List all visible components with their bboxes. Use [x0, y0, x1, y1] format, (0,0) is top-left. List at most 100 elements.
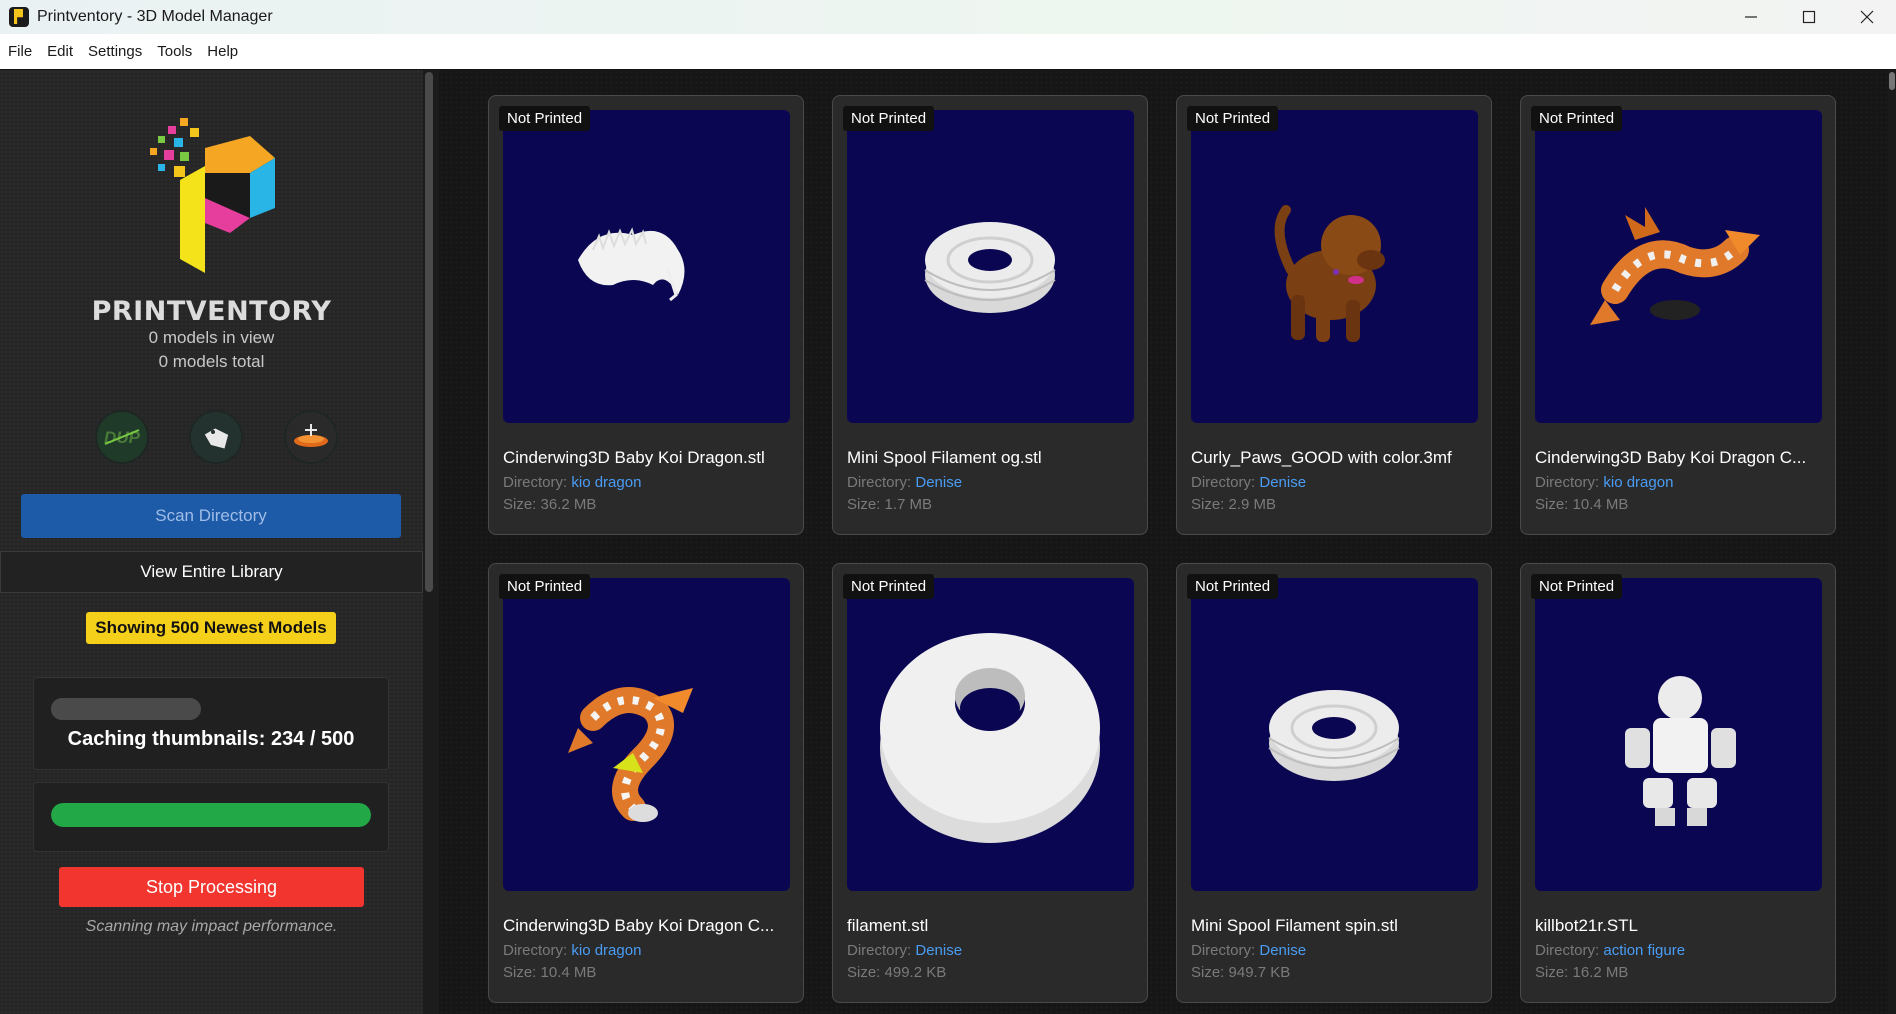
duplicates-button[interactable]: DUP	[95, 410, 149, 464]
model-size: Size: 10.4 MB	[503, 964, 597, 981]
model-title: filament.stl	[847, 916, 929, 935]
maximize-button[interactable]	[1780, 0, 1838, 34]
directory-label: Directory:	[503, 474, 568, 491]
model-thumbnail[interactable]	[1191, 110, 1478, 423]
model-directory: Directory: Denise	[847, 474, 962, 491]
model-thumbnail[interactable]	[503, 110, 790, 423]
model-preview-image	[1274, 205, 1385, 342]
directory-link[interactable]: Denise	[915, 942, 962, 959]
model-size: Size: 1.7 MB	[847, 496, 933, 513]
directory-link[interactable]: Denise	[1259, 474, 1306, 491]
print-status-badge: Not Printed	[843, 574, 935, 599]
model-size: Size: 499.2 KB	[847, 964, 947, 981]
directory-label: Directory:	[847, 474, 912, 491]
model-card[interactable]: Not Printed killbot21r.STL Directory: acti…	[1520, 563, 1836, 1003]
stop-processing-button[interactable]: Stop Processing	[59, 867, 364, 907]
model-thumbnail[interactable]	[1535, 110, 1822, 423]
app-logo-icon	[9, 7, 29, 27]
print-status-badge: Not Printed	[1187, 574, 1279, 599]
menu-help[interactable]: Help	[207, 43, 238, 60]
overall-progress-panel	[33, 782, 389, 852]
model-thumbnail[interactable]	[503, 578, 790, 891]
model-title: killbot21r.STL	[1535, 916, 1638, 935]
print-status-badge: Not Printed	[1531, 106, 1623, 131]
model-preview-image	[568, 687, 693, 822]
printventory-logo	[150, 118, 275, 273]
directory-link[interactable]: Denise	[915, 474, 962, 491]
directory-link[interactable]: kio dragon	[1603, 474, 1673, 491]
model-title: Mini Spool Filament spin.stl	[1191, 916, 1398, 935]
model-directory: Directory: action figure	[1535, 942, 1685, 959]
model-title: Cinderwing3D Baby Koi Dragon C...	[1535, 448, 1807, 467]
print-status-badge: Not Printed	[843, 106, 935, 131]
model-card[interactable]: Not Printed Cinderwing3D Baby Koi Dragon.…	[488, 95, 804, 535]
model-card[interactable]: Not Printed filament.stl Directory: Denise…	[832, 563, 1148, 1003]
caching-progress-bar	[51, 698, 201, 720]
directory-link[interactable]: kio dragon	[571, 474, 641, 491]
window-title: Printventory - 3D Model Manager	[37, 8, 273, 25]
directory-label: Directory:	[1535, 474, 1600, 491]
printer-bed-icon	[286, 412, 336, 462]
model-preview-image	[578, 227, 685, 302]
model-thumbnail[interactable]	[847, 110, 1134, 423]
model-title: Cinderwing3D Baby Koi Dragon.stl	[503, 448, 765, 467]
model-card[interactable]: Not Printed Cinderwing3D Baby Koi Dragon …	[1520, 95, 1836, 535]
model-title: Curly_Paws_GOOD with color.3mf	[1191, 448, 1452, 467]
model-thumbnail[interactable]	[847, 578, 1134, 891]
menu-tools[interactable]: Tools	[157, 43, 192, 60]
duplicates-icon: DUP	[97, 412, 147, 462]
directory-link[interactable]: kio dragon	[571, 942, 641, 959]
print-status-badge: Not Printed	[499, 574, 591, 599]
directory-label: Directory:	[1535, 942, 1600, 959]
model-grid: Not Printed Cinderwing3D Baby Koi Dragon.…	[439, 70, 1888, 1014]
maximize-icon	[1802, 10, 1816, 24]
view-entire-library-button[interactable]: View Entire Library	[0, 551, 423, 593]
directory-link[interactable]: Denise	[1259, 942, 1306, 959]
model-directory: Directory: kio dragon	[503, 942, 641, 959]
models-in-view: 0 models in view	[148, 328, 275, 347]
model-card[interactable]: Not Printed Mini Spool Filament spin.stl D…	[1176, 563, 1492, 1003]
scan-directory-button[interactable]: Scan Directory	[21, 494, 401, 538]
model-size: Size: 36.2 MB	[503, 496, 597, 513]
brand-title: PRINTVENTORY	[91, 296, 332, 327]
model-thumbnail[interactable]	[1535, 578, 1822, 891]
tag-button[interactable]	[189, 410, 243, 464]
model-card[interactable]: Not Printed Cinderwing3D Baby Koi Dragon …	[488, 563, 804, 1003]
main-scrollbar[interactable]	[1889, 72, 1895, 90]
model-card[interactable]: Not Printed Curly_Paws_GOOD with color.3m…	[1176, 95, 1492, 535]
model-directory: Directory: kio dragon	[1535, 474, 1673, 491]
model-size: Size: 16.2 MB	[1535, 964, 1629, 981]
model-preview-image	[1590, 207, 1760, 325]
print-status-badge: Not Printed	[1187, 106, 1279, 131]
model-preview-image	[1268, 690, 1400, 781]
close-icon	[1860, 10, 1874, 24]
close-button[interactable]	[1838, 0, 1896, 34]
menu-settings[interactable]: Settings	[88, 43, 142, 60]
menu-edit[interactable]: Edit	[47, 43, 73, 60]
model-size: Size: 2.9 MB	[1191, 496, 1277, 513]
sidebar-scrollbar[interactable]	[425, 72, 433, 592]
model-card[interactable]: Not Printed Mini Spool Filament og.stl Dir…	[832, 95, 1148, 535]
caching-panel: Caching thumbnails: 234 / 500	[33, 677, 389, 770]
overall-progress-bar	[51, 803, 371, 827]
model-preview-image	[1625, 676, 1736, 826]
model-preview-image	[880, 633, 1100, 843]
menu-bar: File Edit Settings Tools Help	[0, 34, 1896, 69]
model-thumbnail[interactable]	[1191, 578, 1478, 891]
printer-bed-button[interactable]	[284, 410, 338, 464]
performance-note: Scanning may impact performance.	[85, 918, 338, 935]
title-bar: Printventory - 3D Model Manager	[0, 0, 1896, 34]
tag-icon	[191, 412, 241, 462]
directory-label: Directory:	[503, 942, 568, 959]
model-size: Size: 949.7 KB	[1191, 964, 1291, 981]
model-preview-image	[924, 222, 1056, 313]
directory-label: Directory:	[1191, 474, 1256, 491]
models-total: 0 models total	[158, 352, 265, 371]
menu-file[interactable]: File	[8, 43, 32, 60]
directory-link[interactable]: action figure	[1603, 942, 1685, 959]
model-title: Mini Spool Filament og.stl	[847, 448, 1042, 467]
minimize-icon	[1745, 16, 1757, 18]
model-directory: Directory: Denise	[1191, 942, 1306, 959]
model-size: Size: 10.4 MB	[1535, 496, 1629, 513]
minimize-button[interactable]	[1722, 0, 1780, 34]
